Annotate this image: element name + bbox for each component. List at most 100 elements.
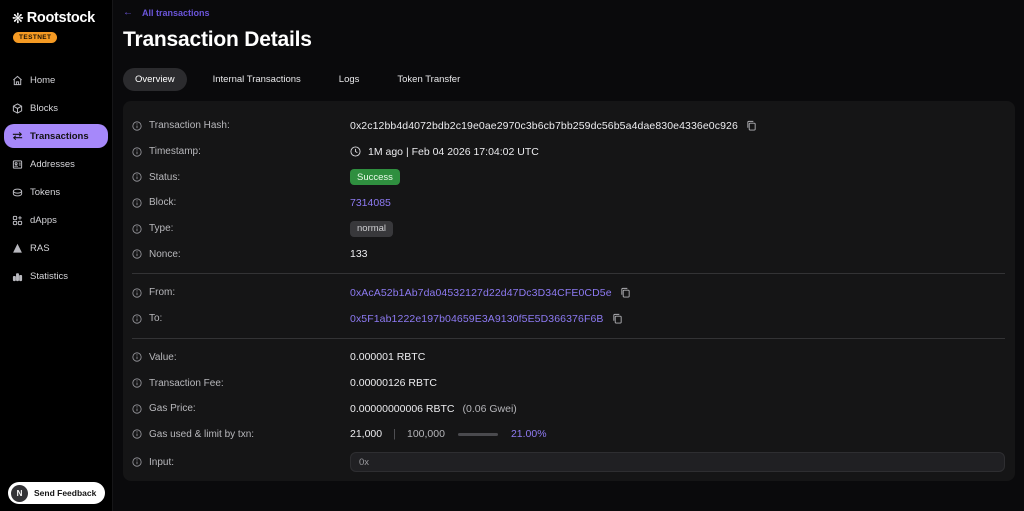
main-content: ← All transactions Transaction Details O…: [113, 0, 1024, 511]
gas-price-label: Gas Price:: [132, 403, 350, 414]
clock-icon: [350, 146, 361, 157]
transaction-hash-value: 0x2c12bb4d4072bdb2c19e0ae2970c3b6cb7bb25…: [350, 119, 738, 132]
sidebar-item-label: dApps: [30, 214, 57, 226]
sidebar-nav: Home Blocks Transactions Addresses Token…: [0, 66, 112, 290]
gas-percent-value: 21.00%: [510, 428, 547, 441]
from-label: From:: [132, 287, 350, 298]
to-address-link[interactable]: 0x5F1ab1222e197b04659E3A9130f5E5D366376F…: [350, 313, 604, 325]
copy-icon[interactable]: [620, 287, 631, 299]
tab-token-transfer[interactable]: Token Transfer: [385, 68, 472, 91]
info-icon: [132, 146, 142, 157]
section-divider: [132, 337, 1005, 339]
copy-icon[interactable]: [612, 313, 623, 324]
sidebar-item-ras[interactable]: RAS: [4, 236, 108, 260]
to-label: To:: [132, 313, 350, 324]
value-amount: 0.000001 RBTC: [350, 351, 426, 364]
gas-separator: |: [393, 428, 396, 441]
value-label: Value:: [132, 352, 350, 363]
row-type: Type: normal: [132, 216, 1005, 242]
sidebar-item-label: Transactions: [30, 130, 89, 142]
transaction-hash-label: Transaction Hash:: [132, 120, 350, 131]
nonce-value: 133: [350, 248, 368, 261]
gas-progress-bar: [457, 432, 498, 436]
info-icon: [132, 314, 142, 324]
info-icon: [132, 288, 142, 298]
rootstock-logo-icon: ❋: [12, 10, 24, 26]
type-label: Type:: [132, 223, 350, 234]
row-to: To: 0x5F1ab1222e197b04659E3A9130f5E5D366…: [132, 306, 1005, 332]
tab-bar: Overview Internal Transactions Logs Toke…: [123, 68, 1015, 91]
sidebar-item-addresses[interactable]: Addresses: [4, 152, 108, 176]
info-icon: [132, 121, 142, 131]
gas-price-value: 0.00000000006 RBTC: [350, 402, 455, 415]
row-input: Input: 0x: [132, 447, 1005, 477]
logo-text: Rootstock: [26, 10, 96, 26]
row-value: Value: 0.000001 RBTC: [132, 345, 1005, 371]
gas-used-label: Gas used & limit by txn:: [132, 429, 350, 440]
row-nonce: Nonce: 133: [132, 241, 1005, 267]
row-gas-price: Gas Price: 0.00000000006 RBTC (0.06 Gwei…: [132, 396, 1005, 422]
timestamp-value: 1M ago | Feb 04 2026 17:04:02 UTC: [368, 145, 539, 158]
sidebar-item-label: Home: [30, 74, 56, 86]
sidebar-item-home[interactable]: Home: [4, 68, 108, 92]
row-transaction-hash: Transaction Hash: 0x2c12bb4d4072bdb2c19e…: [132, 113, 1005, 139]
tab-internal-transactions[interactable]: Internal Transactions: [201, 68, 313, 91]
sidebar-item-tokens[interactable]: Tokens: [4, 180, 108, 204]
tab-overview[interactable]: Overview: [123, 68, 187, 91]
send-feedback-button[interactable]: N Send Feedback: [8, 482, 105, 504]
addresses-icon: [12, 159, 23, 170]
logo[interactable]: ❋ Rootstock TESTNET: [0, 0, 112, 44]
block-label: Block:: [132, 197, 350, 208]
status-badge: Success: [350, 169, 400, 186]
transaction-fee-value: 0.00000126 RBTC: [350, 377, 437, 390]
copy-icon[interactable]: [746, 120, 757, 131]
gas-used-value: 21,000: [350, 428, 383, 441]
section-divider: [132, 273, 1005, 275]
input-label: Input:: [132, 457, 350, 468]
sidebar-item-dapps[interactable]: dApps: [4, 208, 108, 232]
dapps-icon: [12, 215, 23, 226]
feedback-label: Send Feedback: [34, 488, 97, 498]
info-icon: [132, 352, 142, 362]
type-badge: normal: [350, 220, 394, 237]
network-badge: TESTNET: [13, 32, 58, 43]
block-number-link[interactable]: 7314085: [350, 197, 391, 209]
statistics-icon: [12, 271, 23, 282]
app-root: ❋ Rootstock TESTNET Home Blocks Transact…: [0, 0, 1024, 511]
info-icon: [132, 172, 142, 182]
sidebar-item-blocks[interactable]: Blocks: [4, 96, 108, 120]
transaction-details-card: Transaction Hash: 0x2c12bb4d4072bdb2c19e…: [123, 101, 1015, 481]
sidebar-item-label: Blocks: [30, 102, 58, 114]
row-from: From: 0xAcA52b1Ab7da04532127d22d47Dc3D34…: [132, 280, 1005, 306]
transaction-fee-label: Transaction Fee:: [132, 378, 350, 389]
timestamp-label: Timestamp:: [132, 146, 350, 157]
info-icon: [132, 378, 142, 388]
tab-logs[interactable]: Logs: [327, 68, 372, 91]
row-transaction-fee: Transaction Fee: 0.00000126 RBTC: [132, 370, 1005, 396]
row-block: Block: 7314085: [132, 190, 1005, 216]
row-status: Status: Success: [132, 164, 1005, 190]
input-data-field[interactable]: 0x: [350, 452, 1005, 473]
page-title: Transaction Details: [123, 28, 312, 51]
feedback-avatar: N: [11, 484, 28, 502]
back-to-all-transactions-link[interactable]: ← All transactions: [123, 7, 210, 18]
from-address-link[interactable]: 0xAcA52b1Ab7da04532127d22d47Dc3D34CFE0CD…: [350, 287, 612, 299]
ras-icon: [12, 243, 23, 254]
sidebar-item-label: Tokens: [30, 186, 61, 198]
transactions-icon: [12, 131, 23, 142]
back-arrow-icon: ←: [123, 7, 133, 18]
sidebar-item-statistics[interactable]: Statistics: [4, 264, 108, 288]
row-gas-used-limit: Gas used & limit by txn: 21,000 | 100,00…: [132, 422, 1005, 448]
sidebar-item-label: Addresses: [30, 158, 75, 170]
sidebar: ❋ Rootstock TESTNET Home Blocks Transact…: [0, 0, 113, 511]
sidebar-item-transactions[interactable]: Transactions: [4, 124, 108, 148]
sidebar-item-label: Statistics: [30, 270, 69, 282]
gas-limit-value: 100,000: [406, 428, 445, 441]
gas-price-gwei: (0.06 Gwei): [462, 402, 517, 415]
status-label: Status:: [132, 172, 350, 183]
back-link-label: All transactions: [142, 7, 210, 18]
info-icon: [132, 404, 142, 414]
blocks-icon: [12, 102, 23, 114]
row-timestamp: Timestamp: 1M ago | Feb 04 2026 17:04:02…: [132, 139, 1005, 165]
sidebar-item-label: RAS: [30, 242, 50, 254]
